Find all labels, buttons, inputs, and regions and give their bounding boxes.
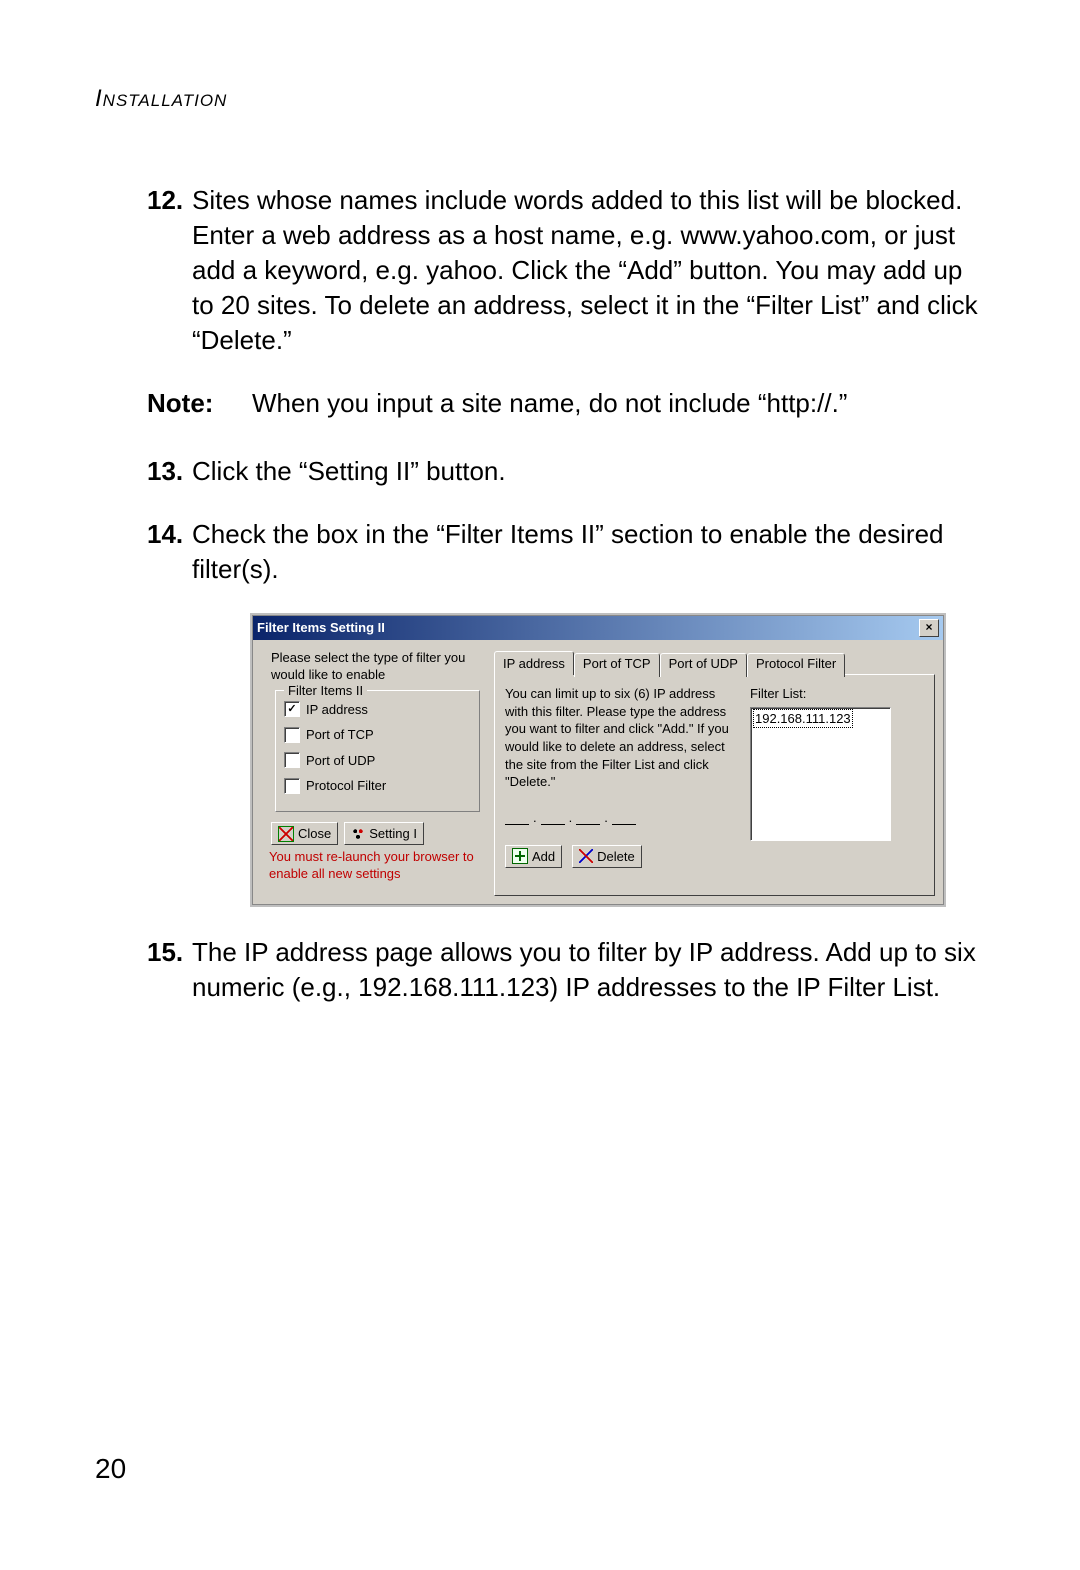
checkbox-icon[interactable] <box>284 727 300 743</box>
step-15: 15. The IP address page allows you to fi… <box>147 935 985 1005</box>
note-row: Note: When you input a site name, do not… <box>147 386 985 421</box>
tab-ip-address[interactable]: IP address <box>494 651 574 676</box>
page-number: 20 <box>95 1453 126 1485</box>
document-page: Installation 12. Sites whose names inclu… <box>0 0 1080 1570</box>
checkbox-label: IP address <box>306 701 368 719</box>
embedded-screenshot: Filter Items Setting II × Please select … <box>252 615 985 906</box>
tab-strip: IP address Port of TCP Port of UDP Proto… <box>494 651 935 676</box>
step-number: 12. <box>147 183 192 358</box>
titlebar: Filter Items Setting II × <box>253 616 943 640</box>
filter-listbox[interactable]: 192.168.111.123 <box>750 707 891 841</box>
close-button[interactable]: Close <box>271 822 338 846</box>
step-12: 12. Sites whose names include words adde… <box>147 183 985 358</box>
checkbox-label: Port of UDP <box>306 752 375 770</box>
step-text: Check the box in the “Filter Items II” s… <box>192 517 985 587</box>
checkbox-row-ip[interactable]: IP address <box>284 701 471 719</box>
ip-address-input[interactable]: . . . <box>505 809 740 827</box>
tab-description-text: You can limit up to six (6) IP address w… <box>505 685 740 790</box>
tab-description-column: You can limit up to six (6) IP address w… <box>505 685 740 885</box>
ip-octet-field[interactable] <box>576 810 600 825</box>
tab-protocol-filter[interactable]: Protocol Filter <box>747 653 845 678</box>
settings-icon <box>351 827 365 841</box>
window-title: Filter Items Setting II <box>257 619 919 637</box>
right-pane: IP address Port of TCP Port of UDP Proto… <box>494 650 935 897</box>
dialog-window: Filter Items Setting II × Please select … <box>252 615 944 906</box>
add-button-label: Add <box>532 848 555 866</box>
close-icon <box>278 826 294 842</box>
filter-list-label: Filter List: <box>750 685 924 703</box>
checkbox-row-tcp[interactable]: Port of TCP <box>284 726 471 744</box>
dot-icon: . <box>604 809 608 827</box>
delete-button[interactable]: Delete <box>572 845 642 869</box>
step-text: Click the “Setting II” button. <box>192 454 985 489</box>
filter-items-groupbox: IP address Port of TCP Port of UDP <box>275 690 480 812</box>
list-item[interactable]: 192.168.111.123 <box>753 709 853 729</box>
setting-i-button-label: Setting I <box>369 825 417 843</box>
dialog-body: Please select the type of filter you wou… <box>253 640 943 905</box>
step-number: 15. <box>147 935 192 1005</box>
window-close-button[interactable]: × <box>919 619 939 637</box>
left-button-row: Close Setting I <box>271 822 486 846</box>
note-label: Note: <box>147 386 252 421</box>
add-button[interactable]: Add <box>505 845 562 869</box>
filter-type-prompt: Please select the type of filter you wou… <box>261 650 486 684</box>
checkbox-row-udp[interactable]: Port of UDP <box>284 752 471 770</box>
tab-panel: You can limit up to six (6) IP address w… <box>494 674 935 896</box>
step-text: The IP address page allows you to filter… <box>192 935 985 1005</box>
close-button-label: Close <box>298 825 331 843</box>
checkbox-label: Protocol Filter <box>306 777 386 795</box>
setting-i-button[interactable]: Setting I <box>344 822 424 846</box>
delete-icon <box>579 849 593 863</box>
checkbox-label: Port of TCP <box>306 726 374 744</box>
tab-port-tcp[interactable]: Port of TCP <box>574 653 660 678</box>
step-13: 13. Click the “Setting II” button. <box>147 454 985 489</box>
dot-icon: . <box>533 809 537 827</box>
dot-icon: . <box>569 809 573 827</box>
step-number: 14. <box>147 517 192 587</box>
ip-octet-field[interactable] <box>505 810 529 825</box>
step-text: Sites whose names include words added to… <box>192 183 985 358</box>
filter-list-column: Filter List: 192.168.111.123 <box>740 685 924 885</box>
step-number: 13. <box>147 454 192 489</box>
checkbox-row-protocol[interactable]: Protocol Filter <box>284 777 471 795</box>
delete-button-label: Delete <box>597 848 635 866</box>
checkbox-icon[interactable] <box>284 778 300 794</box>
ip-octet-field[interactable] <box>612 810 636 825</box>
left-pane: Please select the type of filter you wou… <box>261 650 494 897</box>
note-text: When you input a site name, do not inclu… <box>252 386 985 421</box>
instruction-steps: 12. Sites whose names include words adde… <box>147 183 985 1006</box>
add-delete-row: Add Delete <box>505 845 740 869</box>
checkbox-icon[interactable] <box>284 752 300 768</box>
tab-port-udp[interactable]: Port of UDP <box>660 653 747 678</box>
section-header: Installation <box>95 85 985 113</box>
add-icon <box>512 848 528 864</box>
ip-octet-field[interactable] <box>541 810 565 825</box>
checkbox-icon[interactable] <box>284 701 300 717</box>
relaunch-warning: You must re-launch your browser to enabl… <box>269 849 486 882</box>
step-14: 14. Check the box in the “Filter Items I… <box>147 517 985 587</box>
